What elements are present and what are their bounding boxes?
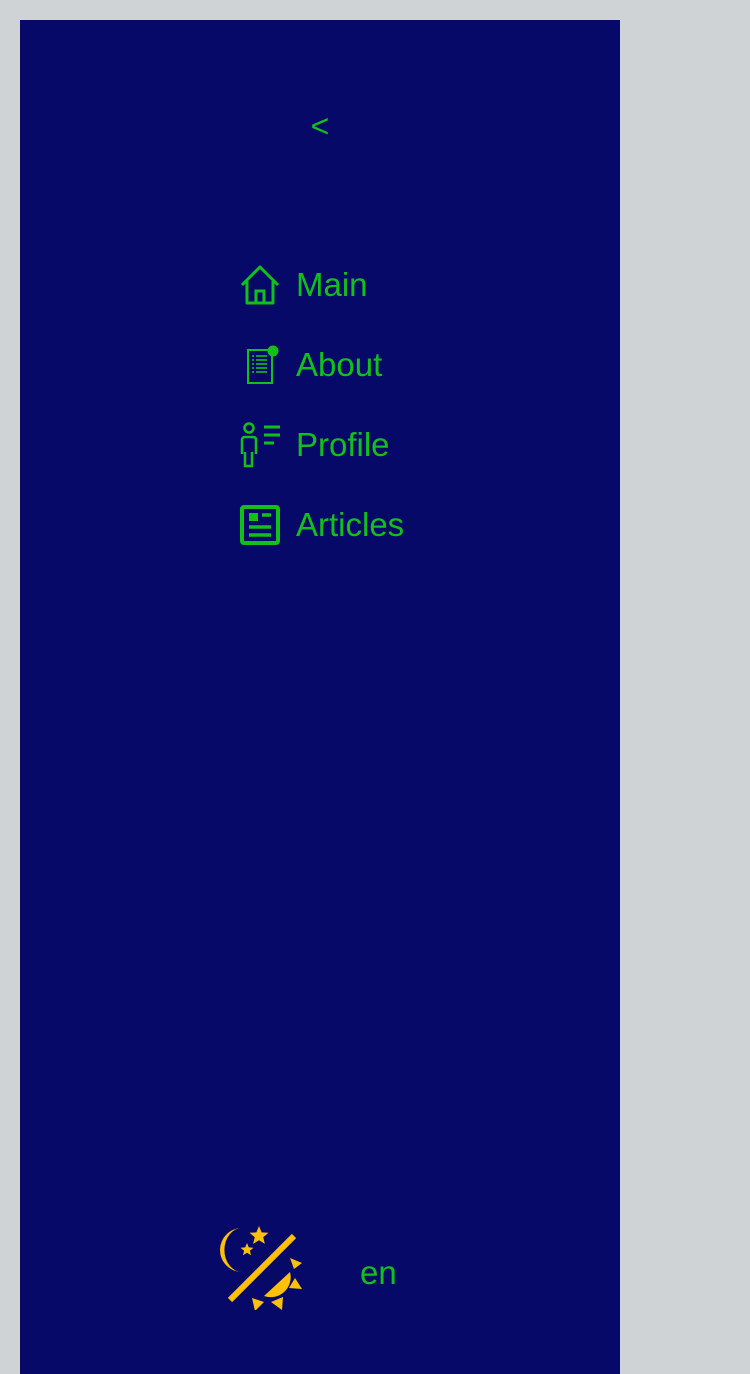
sidebar-item-label: Articles [296,506,405,543]
profile-icon [238,422,282,468]
sidebar-item-articles[interactable]: Articles [238,485,404,565]
collapse-button[interactable]: < [20,108,620,144]
language-switcher[interactable]: en [360,1253,397,1293]
articles-icon [238,503,282,547]
sidebar-item-main[interactable]: Main [238,245,404,325]
document-icon [238,343,282,387]
sidebar-item-label: About [296,346,383,383]
sidebar-item-label: Main [296,266,368,303]
sidebar-item-profile[interactable]: Profile [238,405,404,485]
nav-menu: Main About Profile Articles [238,245,404,565]
theme-toggle-icon[interactable] [220,1224,306,1311]
sidebar: < Main About Profile Articles en [20,20,620,1374]
sidebar-item-about[interactable]: About [238,325,404,405]
home-icon [238,263,282,307]
sidebar-item-label: Profile [296,426,390,463]
